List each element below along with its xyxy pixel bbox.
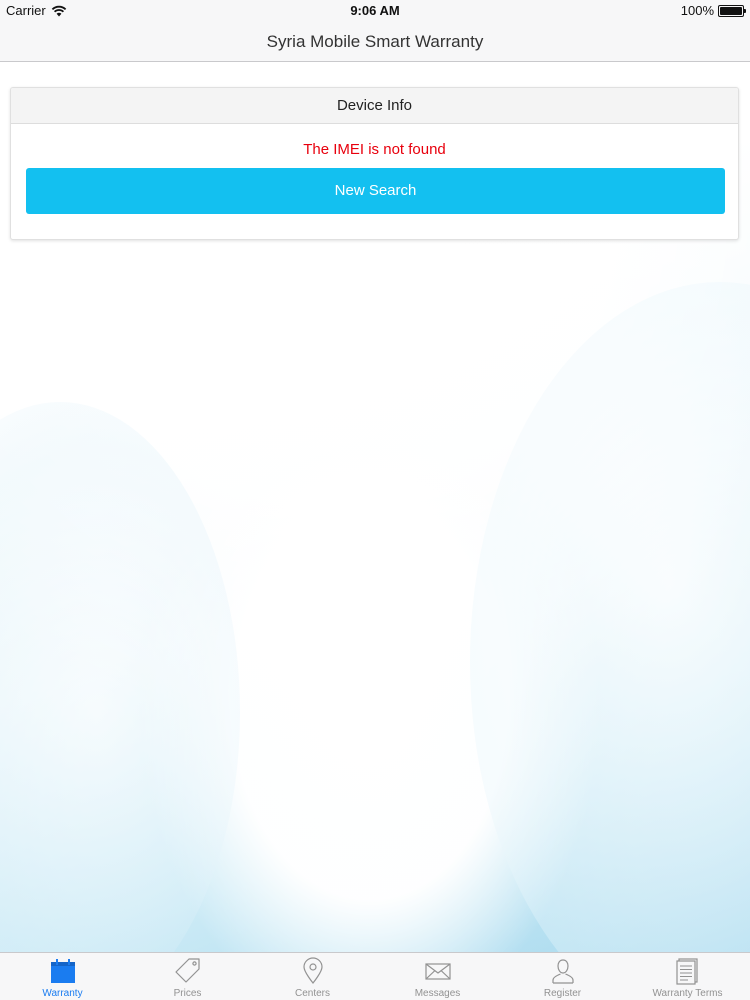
calendar-icon (50, 959, 75, 983)
tab-label: Prices (173, 988, 202, 999)
envelope-icon (424, 963, 451, 980)
tab-label: Warranty (42, 988, 83, 999)
new-search-button[interactable]: New Search (26, 168, 725, 214)
tab-label: Centers (294, 988, 330, 999)
battery-indicator: 100% (680, 3, 746, 18)
error-message: The IMEI is not found (303, 141, 446, 158)
app-screen: Carrier 9:06 AM 100% Syria Mobile Smart … (0, 0, 750, 1000)
status-time: 9:06 AM (350, 3, 400, 18)
tab-bar: Warranty Prices Centers Messages Registe… (0, 952, 750, 1000)
status-bar: Carrier 9:06 AM 100% (0, 0, 750, 22)
tab-messages[interactable]: Messages (375, 953, 500, 1000)
tag-icon (174, 958, 200, 983)
tab-warranty-terms[interactable]: Warranty Terms (625, 953, 750, 1000)
navigation-bar: Syria Mobile Smart Warranty (0, 22, 750, 62)
tab-label: Register (543, 988, 582, 999)
background-bubble (470, 282, 750, 952)
tab-register[interactable]: Register (500, 953, 625, 1000)
document-icon (675, 958, 698, 985)
map-pin-icon (302, 957, 323, 984)
tab-prices[interactable]: Prices (125, 953, 250, 1000)
tab-warranty[interactable]: Warranty (0, 953, 125, 1000)
background-bubble (0, 402, 240, 952)
card-header: Device Info (11, 88, 738, 124)
card-title: Device Info (336, 97, 413, 114)
tab-label: Messages (414, 988, 461, 999)
page-title: Syria Mobile Smart Warranty (266, 32, 484, 51)
battery-icon (718, 4, 746, 17)
tab-label: Warranty Terms (652, 988, 723, 999)
tab-centers[interactable]: Centers (250, 953, 375, 1000)
device-info-card: Device Info The IMEI is not found New Se… (10, 87, 739, 240)
battery-percent: 100% (680, 3, 714, 18)
person-icon (551, 959, 574, 984)
